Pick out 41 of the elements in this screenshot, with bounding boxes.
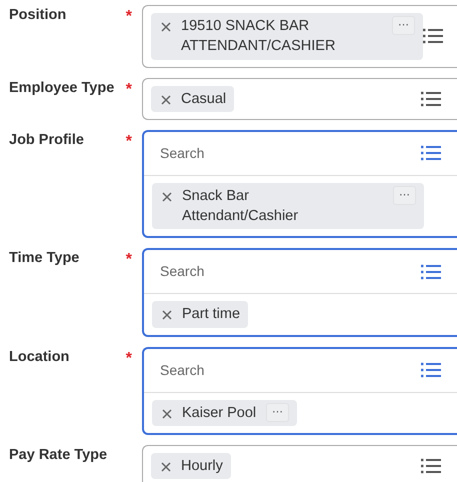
remove-icon[interactable]: [161, 22, 171, 32]
value-chip: 19510 SNACK BAR ATTENDANT/CASHIER ⋯: [151, 13, 423, 60]
more-button[interactable]: ⋯: [266, 402, 290, 422]
select-field[interactable]: 19510 SNACK BAR ATTENDANT/CASHIER ⋯: [142, 5, 457, 68]
select-field[interactable]: Hourly: [142, 445, 457, 482]
remove-icon[interactable]: [161, 94, 171, 105]
list-menu-icon[interactable]: [421, 458, 441, 474]
field-label: Position: [9, 6, 66, 25]
list-menu-icon[interactable]: [421, 145, 441, 162]
field-label: Location: [9, 348, 70, 367]
remove-icon[interactable]: [162, 192, 172, 202]
remove-icon[interactable]: [162, 408, 172, 419]
value-chip: Kaiser Pool ⋯: [152, 400, 298, 426]
search-input[interactable]: Search: [144, 358, 344, 382]
required-marker: *: [126, 348, 132, 369]
value-chip: Part time: [152, 301, 248, 328]
select-field[interactable]: Casual: [142, 78, 457, 120]
value-chip: Casual: [151, 86, 234, 112]
prompt-panel[interactable]: Search Part time: [142, 248, 457, 337]
field-label: Time Type: [9, 249, 80, 268]
list-menu-icon[interactable]: [423, 28, 443, 44]
required-marker: *: [126, 80, 132, 100]
remove-icon[interactable]: [162, 310, 172, 320]
required-marker: *: [126, 250, 132, 270]
remove-icon[interactable]: [161, 462, 171, 472]
value-chip: Hourly: [151, 453, 231, 480]
more-button[interactable]: ⋯: [393, 186, 416, 205]
search-input[interactable]: Search: [144, 142, 344, 165]
required-marker: *: [126, 7, 132, 27]
prompt-panel[interactable]: Search Kaiser Pool ⋯: [142, 346, 457, 436]
more-button[interactable]: ⋯: [392, 16, 415, 35]
value-chip: Snack Bar Attendant/Cashier ⋯: [152, 182, 424, 230]
list-menu-icon[interactable]: [421, 264, 441, 280]
field-label: Job Profile: [9, 130, 84, 150]
field-label: Pay Rate Type: [9, 446, 108, 466]
prompt-panel[interactable]: Search Snack Bar Attendant/Cashier ⋯: [142, 130, 457, 238]
list-menu-icon[interactable]: [421, 362, 441, 378]
search-input[interactable]: Search: [144, 260, 344, 284]
field-label: Employee Type: [9, 78, 114, 98]
list-menu-icon[interactable]: [421, 90, 441, 107]
required-marker: *: [126, 132, 132, 152]
